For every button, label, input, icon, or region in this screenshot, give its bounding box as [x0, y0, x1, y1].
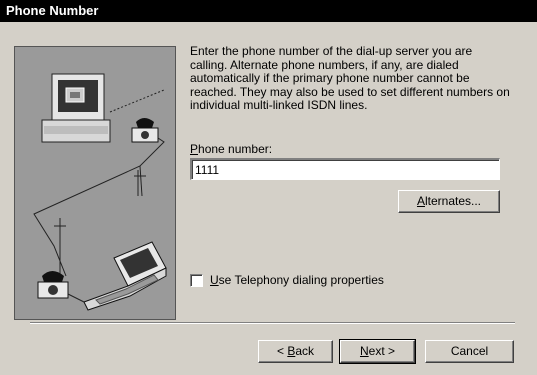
- next-button[interactable]: Next >: [339, 339, 416, 364]
- alternates-accel: A: [416, 194, 425, 208]
- back-button[interactable]: < Back: [258, 340, 333, 363]
- alternates-button[interactable]: Alternates...: [398, 190, 500, 213]
- phone-number-input[interactable]: [190, 158, 500, 180]
- back-prefix: <: [276, 344, 288, 358]
- telephony-label: Use Telephony dialing properties: [210, 273, 384, 287]
- phone-number-dialog: Enter the phone number of the dial-up se…: [0, 22, 537, 375]
- instructions-text: Enter the phone number of the dial-up se…: [190, 44, 510, 113]
- dial-up-network-illustration-icon: [14, 46, 176, 320]
- back-rest: ack: [295, 344, 315, 358]
- phone-label-accel: P: [190, 142, 199, 156]
- phone-number-label: Phone number:: [190, 142, 272, 156]
- dialog-title: Phone Number: [6, 3, 99, 18]
- telephony-rest: se Telephony dialing properties: [218, 273, 384, 287]
- alternates-rest: lternates...: [424, 194, 482, 208]
- telephony-checkbox-row[interactable]: Use Telephony dialing properties: [190, 272, 384, 288]
- telephony-accel: U: [210, 273, 219, 287]
- phone-label-rest: hone number:: [198, 142, 273, 156]
- dialog-title-bar: Phone Number: [0, 0, 537, 22]
- cancel-button[interactable]: Cancel: [425, 340, 514, 363]
- separator: [30, 322, 515, 324]
- checkbox-unchecked-icon[interactable]: [190, 273, 203, 287]
- next-accel: N: [359, 344, 369, 358]
- next-rest: ext >: [368, 344, 396, 358]
